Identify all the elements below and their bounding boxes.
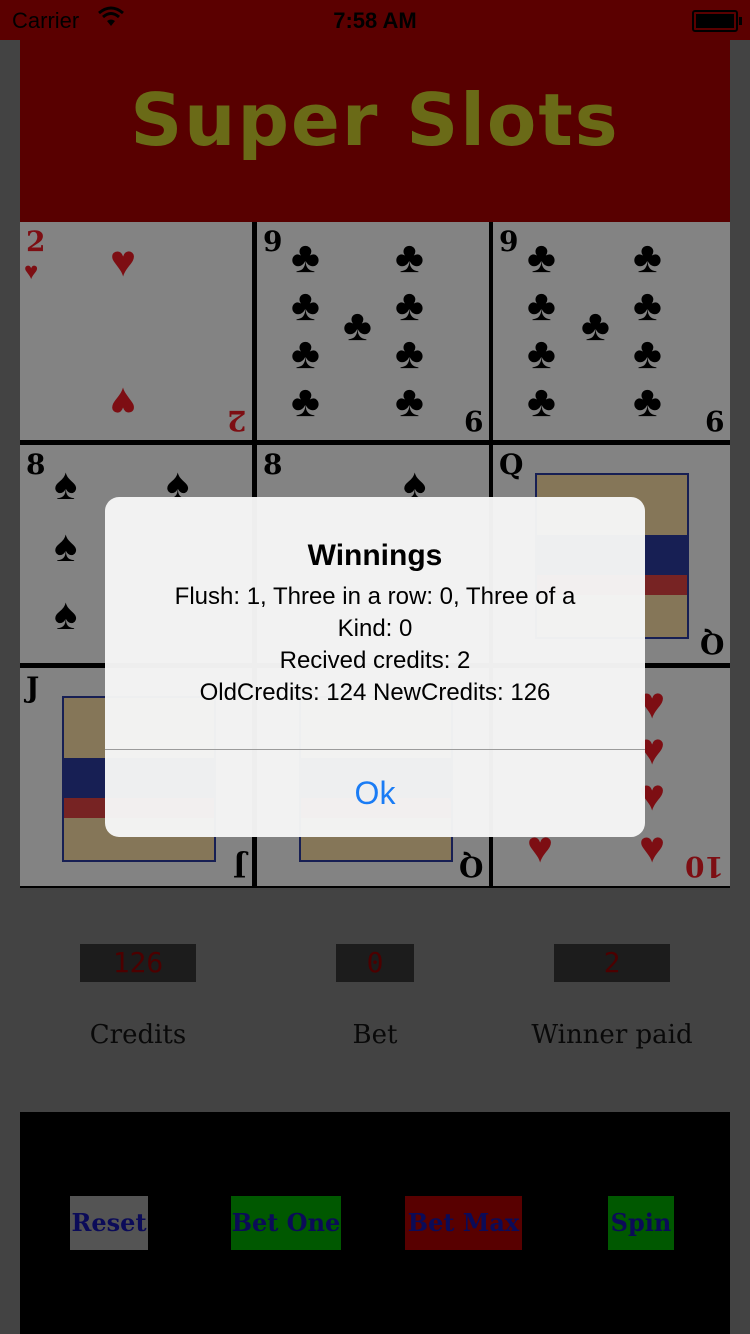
ok-button[interactable]: Ok [105, 750, 645, 837]
alert-title: Winnings [307, 539, 443, 572]
alert-line: Kind: 0 [337, 615, 413, 642]
alert-line: OldCredits: 124 NewCredits: 126 [199, 679, 551, 706]
alert-message: Flush: 1, Three in a row: 0, Three of a … [145, 581, 605, 709]
alert-line: Flush: 1, Three in a row: 0, Three of a [174, 583, 576, 610]
alert-line: Recived credits: 2 [279, 647, 471, 674]
winnings-alert: Winnings Flush: 1, Three in a row: 0, Th… [105, 497, 645, 837]
